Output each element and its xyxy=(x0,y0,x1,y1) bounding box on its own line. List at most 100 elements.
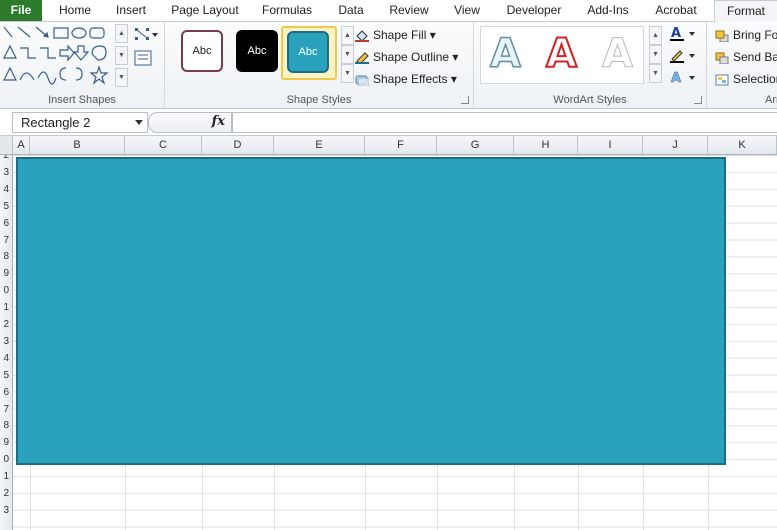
tab-format[interactable]: Format xyxy=(714,0,777,23)
bring-forward-button[interactable]: Bring Fo xyxy=(715,26,777,44)
row-header[interactable]: 5 xyxy=(3,198,9,215)
selection-pane-button[interactable]: Selection xyxy=(715,70,777,88)
tab-home[interactable]: Home xyxy=(52,0,98,21)
formula-controls: fx xyxy=(148,112,232,133)
shapes-gallery: ▲ ▼ ▼ xyxy=(2,24,128,87)
shape-styles-launcher-icon[interactable] xyxy=(461,96,469,104)
ribbon-tab-bar: File Home Insert Page Layout Formulas Da… xyxy=(0,0,777,23)
wordart-scroll-up-button[interactable]: ▲ xyxy=(649,26,662,45)
insert-shapes-label: Insert Shapes xyxy=(48,94,116,106)
rectangle-shape[interactable] xyxy=(16,157,726,465)
text-effects-icon[interactable]: A xyxy=(670,70,698,86)
wordart-scroll-down-button[interactable]: ▼ xyxy=(649,45,662,64)
shape-fill-label: Shape Fill xyxy=(373,28,427,42)
tab-review[interactable]: Review xyxy=(382,0,436,21)
formula-input[interactable] xyxy=(232,112,777,133)
row-header[interactable]: 9 xyxy=(3,434,9,451)
edit-shape-icon[interactable] xyxy=(134,26,160,42)
ribbon: ▲ ▼ ▼ Insert Shapes Abc Abc Abc ▲ ▼ ▼ Sh… xyxy=(0,22,777,109)
shapes-gallery-icons[interactable] xyxy=(2,24,128,86)
tab-view[interactable]: View xyxy=(444,0,490,21)
shape-outline-button[interactable]: Shape Outline ▾ xyxy=(355,48,458,66)
text-box-icon[interactable] xyxy=(134,50,152,66)
arrange-group: Bring Fo Send Bac Selection Arr xyxy=(707,22,777,108)
paint-bucket-icon xyxy=(355,30,369,42)
wordart-sample-1[interactable]: A xyxy=(489,31,521,77)
wordart-styles-launcher-icon[interactable] xyxy=(694,96,702,104)
column-header-i[interactable]: I xyxy=(578,136,643,154)
insert-function-icon[interactable]: fx xyxy=(212,114,225,129)
row-header[interactable]: 2 xyxy=(3,316,9,333)
wordart-styles-label: WordArt Styles xyxy=(553,94,627,106)
send-backward-button[interactable]: Send Bac xyxy=(715,48,777,66)
wordart-sample-2[interactable]: A xyxy=(545,31,578,77)
row-header[interactable]: 6 xyxy=(3,215,9,232)
text-outline-icon[interactable] xyxy=(670,48,698,64)
row-header[interactable]: 6 xyxy=(3,384,9,401)
column-header-g[interactable]: G xyxy=(437,136,514,154)
shape-style-thumb-outline[interactable]: Abc xyxy=(181,30,223,72)
row-header[interactable]: 9 xyxy=(3,265,9,282)
chevron-down-icon[interactable] xyxy=(135,120,143,125)
row-header[interactable]: 0 xyxy=(3,282,9,299)
shape-style-thumb-black[interactable]: Abc xyxy=(236,30,278,72)
row-header[interactable]: 4 xyxy=(3,181,9,198)
row-headers: 2345678901234567890123 xyxy=(0,155,13,530)
row-header[interactable]: 3 xyxy=(3,502,9,519)
column-header-d[interactable]: D xyxy=(202,136,274,154)
row-header[interactable]: 2 xyxy=(3,155,9,164)
row-header[interactable]: 3 xyxy=(3,164,9,181)
column-header-j[interactable]: J xyxy=(643,136,708,154)
column-header-c[interactable]: C xyxy=(125,136,202,154)
column-headers: A B C D E F G H I J K xyxy=(0,136,777,155)
tab-insert[interactable]: Insert xyxy=(106,0,156,21)
tab-data[interactable]: Data xyxy=(328,0,374,21)
styles-scroll-up-button[interactable]: ▲ xyxy=(341,26,354,45)
text-fill-icon[interactable]: A xyxy=(670,26,698,42)
row-header[interactable]: 8 xyxy=(3,417,9,434)
row-header[interactable]: 1 xyxy=(3,299,9,316)
shape-fill-button[interactable]: Shape Fill ▾ xyxy=(355,26,436,44)
row-header[interactable]: 7 xyxy=(3,401,9,418)
wordart-more-button[interactable]: ▼ xyxy=(649,64,662,83)
row-header[interactable]: 3 xyxy=(3,333,9,350)
selection-pane-label: Selection xyxy=(733,72,777,86)
row-header[interactable]: 2 xyxy=(3,485,9,502)
tab-formulas[interactable]: Formulas xyxy=(254,0,320,21)
tab-add-ins[interactable]: Add-Ins xyxy=(578,0,638,21)
tab-acrobat[interactable]: Acrobat xyxy=(646,0,706,21)
bring-forward-label: Bring Fo xyxy=(733,28,777,42)
shape-style-thumb-teal[interactable]: Abc xyxy=(287,31,329,73)
styles-scroll-down-button[interactable]: ▼ xyxy=(341,45,354,64)
bring-forward-icon xyxy=(715,30,729,42)
row-header[interactable]: 8 xyxy=(3,248,9,265)
row-header[interactable]: 0 xyxy=(3,451,9,468)
shape-effects-button[interactable]: Shape Effects ▾ xyxy=(355,70,457,88)
row-header[interactable]: 5 xyxy=(3,367,9,384)
column-header-h[interactable]: H xyxy=(514,136,578,154)
shapes-more-button[interactable]: ▼ xyxy=(115,68,128,87)
column-header-k[interactable]: K xyxy=(708,136,777,154)
column-header-b[interactable]: B xyxy=(30,136,125,154)
shapes-scroll-down-button[interactable]: ▼ xyxy=(115,46,128,65)
arrange-label: Arr xyxy=(765,94,777,106)
svg-text:A: A xyxy=(671,71,681,86)
shapes-scroll-up-button[interactable]: ▲ xyxy=(115,24,128,43)
row-header[interactable]: 1 xyxy=(3,468,9,485)
tab-file[interactable]: File xyxy=(0,0,42,21)
shape-styles-label: Shape Styles xyxy=(286,94,352,106)
column-header-f[interactable]: F xyxy=(365,136,437,154)
wordart-sample-3[interactable]: A xyxy=(602,32,634,77)
row-header[interactable]: 4 xyxy=(3,350,9,367)
styles-more-button[interactable]: ▼ xyxy=(341,64,354,83)
name-box[interactable]: Rectangle 2 xyxy=(12,112,148,133)
tab-page-layout[interactable]: Page Layout xyxy=(164,0,246,21)
row-header[interactable]: 7 xyxy=(3,232,9,249)
column-header-e[interactable]: E xyxy=(274,136,365,154)
formula-bar: Rectangle 2 fx xyxy=(0,109,777,136)
tab-developer[interactable]: Developer xyxy=(498,0,570,21)
select-all-corner[interactable] xyxy=(0,136,13,154)
svg-text:A: A xyxy=(671,26,681,41)
column-header-a[interactable]: A xyxy=(13,136,30,154)
shape-styles-group: Abc Abc Abc ▲ ▼ ▼ Shape Fill ▾ Shape Out… xyxy=(165,22,474,108)
